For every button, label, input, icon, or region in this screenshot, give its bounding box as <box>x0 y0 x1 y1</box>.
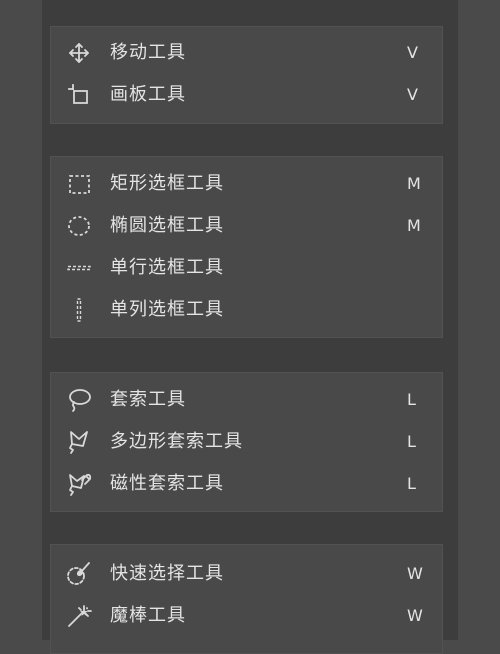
tool-shortcut: M <box>407 216 421 235</box>
tool-shortcut: L <box>407 474 416 493</box>
tool-group-selection: 快速选择工具 W 魔棒工具 W <box>50 544 443 654</box>
tool-shortcut: M <box>407 174 421 193</box>
magic-wand-icon <box>65 602 93 630</box>
tool-item-elliptical-marquee[interactable]: 椭圆选框工具 M <box>51 205 442 247</box>
tool-label: 磁性套索工具 <box>110 473 224 494</box>
tool-label: 单行选框工具 <box>110 257 224 278</box>
tool-label: 画板工具 <box>110 84 186 105</box>
elliptical-marquee-icon <box>65 212 93 240</box>
tool-group-move: 移动工具 V 画板工具 V <box>50 26 443 124</box>
tool-shortcut: W <box>407 564 423 583</box>
magnetic-lasso-icon <box>65 470 93 498</box>
tool-shortcut: V <box>407 43 418 62</box>
tool-item-lasso[interactable]: 套索工具 L <box>51 379 442 421</box>
rectangular-marquee-icon <box>65 170 93 198</box>
tool-item-magnetic-lasso[interactable]: 磁性套索工具 L <box>51 463 442 505</box>
tool-label: 多边形套索工具 <box>110 431 243 452</box>
lasso-icon <box>65 386 93 414</box>
tool-item-single-column-marquee[interactable]: 单列选框工具 <box>51 289 442 331</box>
tool-shortcut: V <box>407 85 418 104</box>
tool-shortcut: L <box>407 390 416 409</box>
tool-label: 魔棒工具 <box>110 605 186 626</box>
tool-item-rectangular-marquee[interactable]: 矩形选框工具 M <box>51 163 442 205</box>
tool-label: 套索工具 <box>110 389 186 410</box>
tool-item-magic-wand[interactable]: 魔棒工具 W <box>51 595 442 637</box>
tool-item-single-row-marquee[interactable]: 单行选框工具 <box>51 247 442 289</box>
polygonal-lasso-icon <box>65 428 93 456</box>
tool-item-artboard[interactable]: 画板工具 V <box>51 74 442 116</box>
tool-label: 移动工具 <box>110 42 186 63</box>
tool-label: 单列选框工具 <box>110 299 224 320</box>
tool-label: 快速选择工具 <box>110 563 224 584</box>
tool-item-move[interactable]: 移动工具 V <box>51 32 442 74</box>
tool-group-marquee: 矩形选框工具 M 椭圆选框工具 M 单行选框工具 单列选框工具 <box>50 156 443 338</box>
move-icon <box>65 39 93 67</box>
artboard-icon <box>65 81 93 109</box>
tool-label: 椭圆选框工具 <box>110 215 224 236</box>
tool-label: 矩形选框工具 <box>110 173 224 194</box>
tool-item-quick-selection[interactable]: 快速选择工具 W <box>51 553 442 595</box>
single-row-marquee-icon <box>65 254 93 282</box>
tool-group-lasso: 套索工具 L 多边形套索工具 L 磁性套索工具 L <box>50 372 443 512</box>
quick-selection-icon <box>65 560 93 588</box>
tool-shortcut: L <box>407 432 416 451</box>
single-column-marquee-icon <box>65 296 93 324</box>
tool-item-polygonal-lasso[interactable]: 多边形套索工具 L <box>51 421 442 463</box>
tool-shortcut: W <box>407 606 423 625</box>
